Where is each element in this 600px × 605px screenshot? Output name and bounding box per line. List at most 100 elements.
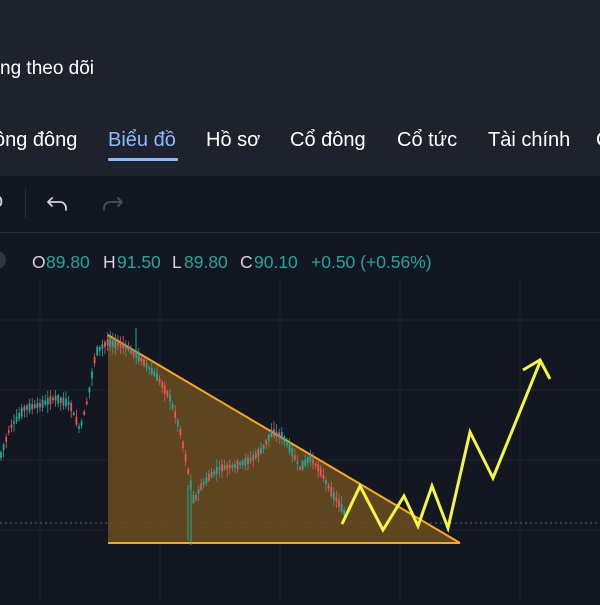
tab-co-dong-partial[interactable]: ông đông bbox=[0, 129, 77, 152]
candle-body bbox=[247, 457, 249, 465]
candle-body bbox=[195, 495, 197, 500]
candle-body bbox=[52, 397, 54, 401]
candle-body bbox=[309, 455, 312, 462]
candle-body bbox=[312, 459, 314, 464]
candle-body bbox=[322, 474, 325, 479]
candle-body bbox=[31, 404, 34, 409]
candle-body bbox=[5, 436, 8, 442]
candle-body bbox=[301, 460, 304, 470]
candle-body bbox=[70, 403, 73, 412]
candle-body bbox=[169, 394, 171, 402]
candle-body bbox=[28, 402, 31, 412]
candle-body bbox=[93, 356, 96, 364]
chart-canvas[interactable] bbox=[0, 280, 600, 600]
candle-body bbox=[296, 461, 299, 464]
candle-body bbox=[182, 442, 184, 448]
candle-body bbox=[223, 465, 226, 470]
candle-body bbox=[317, 464, 320, 472]
candle-body bbox=[130, 347, 132, 354]
tab-shareholders[interactable]: Cổ đông bbox=[290, 129, 366, 152]
candle-body bbox=[148, 367, 151, 370]
candle-body bbox=[59, 397, 62, 403]
candle-body bbox=[67, 401, 70, 405]
candle-body bbox=[161, 382, 164, 388]
candle-body bbox=[187, 468, 190, 474]
redo-icon[interactable] bbox=[98, 190, 126, 218]
candle-body bbox=[234, 464, 236, 468]
candle-body bbox=[338, 499, 340, 508]
candle-body bbox=[122, 343, 125, 349]
candle-body bbox=[10, 424, 13, 428]
candle-body bbox=[158, 378, 161, 383]
candle-body bbox=[91, 371, 93, 379]
candle-body bbox=[221, 464, 223, 472]
tab-bar: ông đông Biểu đồ Hồ sơ Cổ đông Cổ tức Tà… bbox=[0, 118, 600, 176]
toolbar-partial-glyph[interactable]: o bbox=[0, 190, 3, 213]
follow-label[interactable]: ng theo dõi bbox=[0, 58, 94, 80]
candle-body bbox=[119, 342, 122, 348]
candle-body bbox=[140, 357, 143, 362]
candle-body bbox=[179, 428, 182, 436]
candle-body bbox=[143, 359, 145, 366]
chart-toolbar: o bbox=[0, 176, 600, 233]
candle-body bbox=[236, 460, 239, 470]
candle-body bbox=[44, 400, 47, 405]
candle-body bbox=[228, 465, 231, 469]
high-label: H bbox=[103, 252, 116, 272]
candle-body bbox=[244, 457, 247, 466]
candle-body bbox=[80, 421, 83, 426]
candle-body bbox=[249, 457, 252, 462]
candle-body bbox=[226, 464, 229, 470]
tab-dividends[interactable]: Cổ tức bbox=[397, 129, 457, 152]
tab-finance[interactable]: Tài chính bbox=[488, 129, 570, 152]
candle-body bbox=[127, 347, 130, 351]
candle-body bbox=[210, 472, 213, 478]
candle-body bbox=[314, 463, 317, 466]
toolbar-divider bbox=[25, 188, 26, 218]
candle-body bbox=[231, 464, 234, 469]
candle-body bbox=[2, 444, 5, 450]
candle-body bbox=[176, 419, 179, 427]
candle-body bbox=[283, 436, 286, 444]
price-chart[interactable] bbox=[0, 280, 600, 600]
candle-body bbox=[57, 394, 60, 404]
candle-body bbox=[163, 385, 166, 394]
candle-body bbox=[280, 432, 283, 440]
candle-body bbox=[202, 481, 205, 485]
candle-body bbox=[33, 404, 36, 408]
candle-body bbox=[137, 352, 140, 362]
candle-body bbox=[208, 473, 210, 481]
candle-body bbox=[304, 459, 307, 466]
candle-body bbox=[332, 492, 335, 500]
candle-body bbox=[330, 487, 333, 497]
candle-body bbox=[286, 442, 288, 446]
tab-chart[interactable]: Biểu đồ bbox=[108, 129, 176, 152]
undo-icon[interactable] bbox=[44, 190, 72, 218]
candle-body bbox=[200, 483, 203, 490]
candle-body bbox=[215, 467, 218, 474]
candle-body bbox=[20, 407, 23, 417]
tab-profile[interactable]: Hồ sơ bbox=[206, 129, 260, 152]
candle-body bbox=[327, 486, 330, 489]
candle-body bbox=[26, 405, 28, 410]
candle-body bbox=[306, 457, 309, 463]
candle-body bbox=[319, 467, 322, 476]
candle-body bbox=[72, 412, 75, 416]
candle-body bbox=[114, 339, 117, 349]
candle-body bbox=[174, 411, 177, 418]
candle-body bbox=[213, 471, 216, 474]
candle-body bbox=[75, 416, 78, 425]
close-label: C bbox=[240, 252, 253, 272]
candle-body bbox=[13, 421, 15, 424]
candle-body bbox=[275, 431, 278, 437]
candle-body bbox=[15, 416, 18, 422]
candle-body bbox=[262, 445, 265, 450]
candle-body bbox=[18, 412, 21, 419]
candle-body bbox=[65, 398, 67, 407]
candle-body bbox=[265, 440, 268, 445]
candle-body bbox=[88, 387, 91, 393]
candle-body bbox=[291, 448, 294, 457]
candle-body bbox=[54, 395, 57, 401]
tab-more-partial[interactable]: C bbox=[596, 129, 600, 152]
candle-body bbox=[101, 344, 104, 349]
